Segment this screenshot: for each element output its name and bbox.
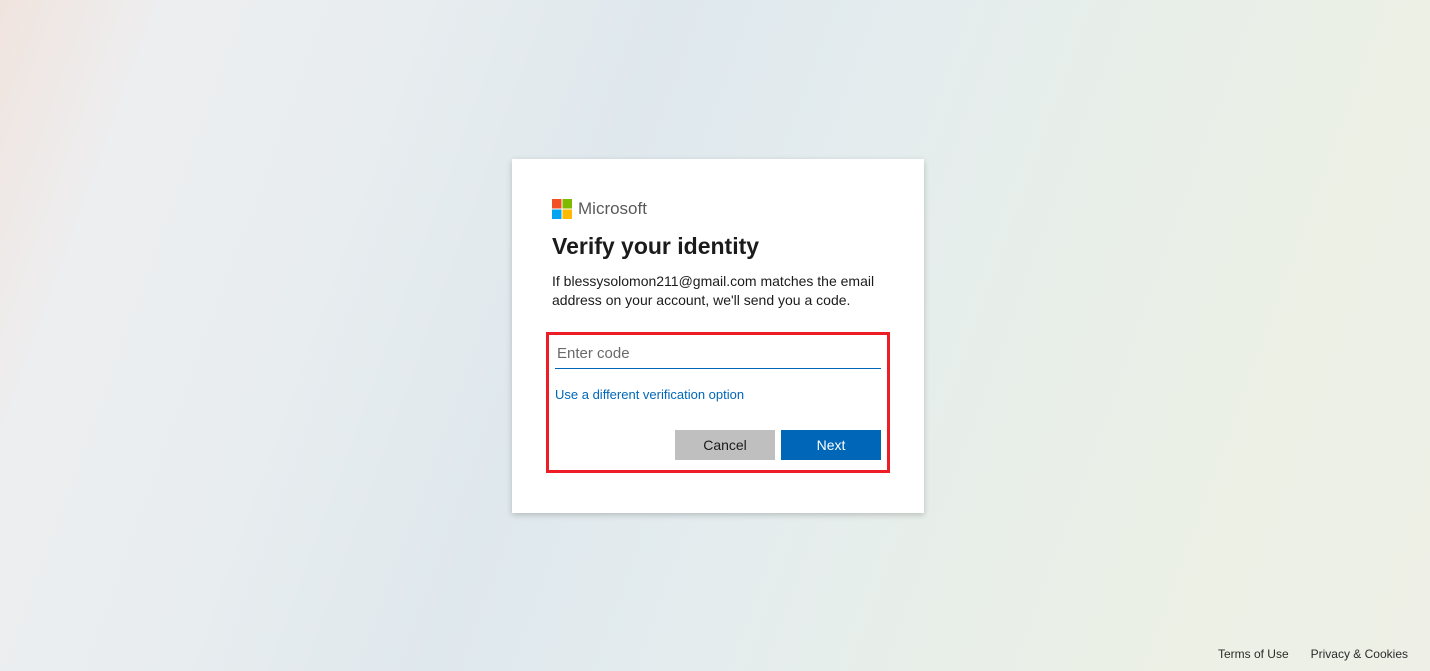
next-button[interactable]: Next (781, 430, 881, 460)
code-input[interactable] (555, 341, 881, 369)
highlighted-region: Use a different verification option Canc… (546, 332, 890, 473)
cancel-button[interactable]: Cancel (675, 430, 775, 460)
privacy-cookies-link[interactable]: Privacy & Cookies (1311, 647, 1408, 661)
microsoft-logo-icon (552, 199, 572, 219)
brand-row: Microsoft (552, 199, 884, 219)
different-verification-link[interactable]: Use a different verification option (555, 387, 744, 402)
page-title: Verify your identity (552, 233, 884, 260)
signin-card: Microsoft Verify your identity If blessy… (512, 159, 924, 513)
brand-name: Microsoft (578, 199, 647, 219)
button-row: Cancel Next (555, 430, 881, 460)
footer: Terms of Use Privacy & Cookies (1218, 647, 1408, 661)
terms-of-use-link[interactable]: Terms of Use (1218, 647, 1289, 661)
description-text: If blessysolomon211@gmail.com matches th… (552, 272, 884, 310)
